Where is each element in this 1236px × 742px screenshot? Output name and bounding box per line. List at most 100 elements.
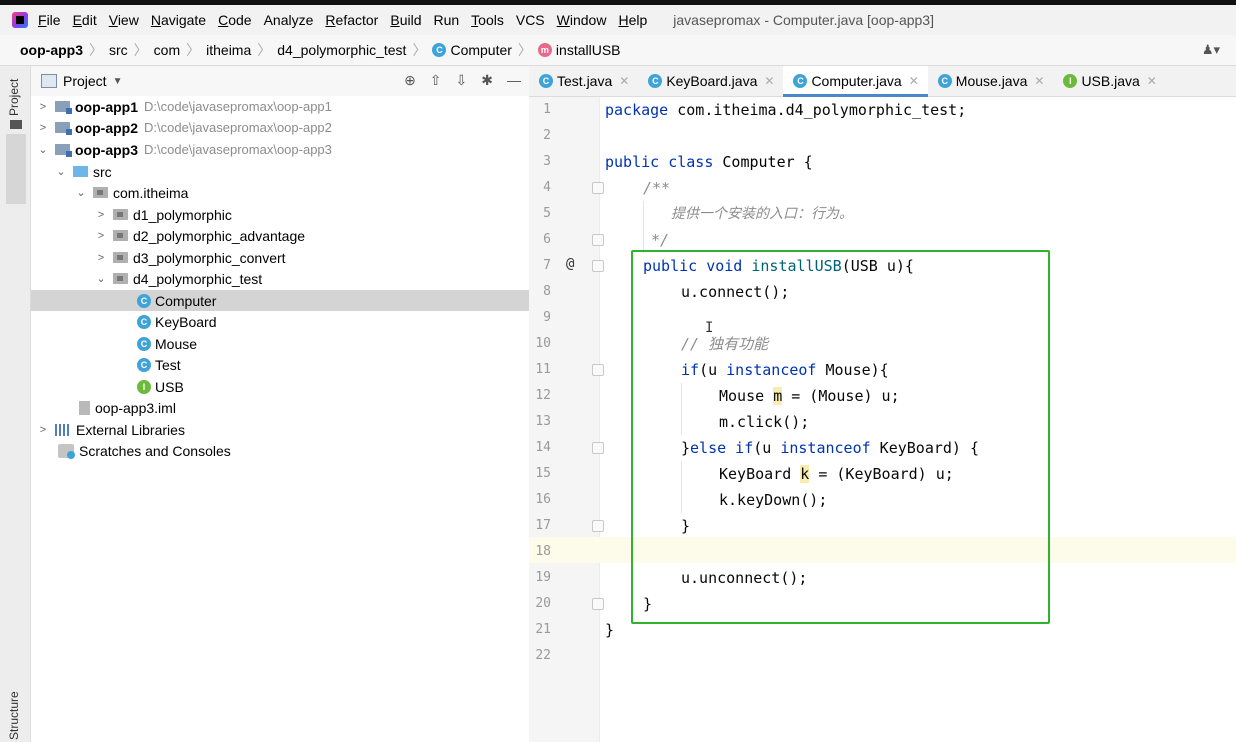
line-number: 17 — [535, 518, 551, 533]
dropdown-caret-icon[interactable]: ▼ — [113, 76, 123, 87]
fold-marker-icon[interactable] — [592, 260, 604, 272]
tree-item-external-libraries[interactable]: > External Libraries — [31, 419, 529, 440]
left-tool-stripe — [0, 66, 31, 742]
chevron-right-icon[interactable]: > — [37, 101, 49, 113]
module-icon — [55, 122, 72, 135]
package-icon — [93, 187, 108, 198]
user-account-icon[interactable]: ♟▾ — [1202, 42, 1220, 58]
chevron-down-icon[interactable]: ⌄ — [55, 165, 67, 178]
tree-item-keyboard[interactable]: C KeyBoard — [31, 311, 529, 332]
menu-window[interactable]: Window — [557, 12, 607, 28]
fold-marker-icon[interactable] — [592, 520, 604, 532]
tree-item-com-itheima[interactable]: ⌄ com.itheima — [31, 182, 529, 203]
menu-file[interactable]: File — [38, 12, 61, 28]
class-icon: C — [137, 357, 151, 372]
class-icon: C — [648, 74, 663, 88]
structure-tool-tab[interactable]: Structure — [7, 691, 21, 740]
line-number: 19 — [535, 570, 551, 585]
chevron-right-icon[interactable]: > — [95, 209, 107, 221]
fold-marker-icon[interactable] — [592, 598, 604, 610]
tab-test-java[interactable]: C Test.java ✕ — [529, 66, 638, 96]
tree-item-d3-polymorphic-convert[interactable]: > d3_polymorphic_convert — [31, 247, 529, 268]
chevron-down-icon[interactable]: ⌄ — [95, 272, 107, 285]
menu-view[interactable]: View — [109, 12, 139, 28]
menu-tools[interactable]: Tools — [471, 12, 504, 28]
package-icon — [113, 230, 128, 241]
breadcrumb-oop-app3[interactable]: oop-app3 — [20, 42, 83, 58]
tree-item-oop-app3-iml[interactable]: oop-app3.iml — [31, 397, 529, 418]
chevron-right-icon: 〉 — [133, 42, 148, 58]
menu-refactor[interactable]: Refactor — [325, 12, 378, 28]
project-tree: > oop-app1 D:\code\javasepromax\oop-app1… — [31, 96, 529, 742]
chevron-right-icon[interactable]: > — [37, 122, 49, 134]
menu-build[interactable]: Build — [390, 12, 421, 28]
tab-mouse-java[interactable]: C Mouse.java ✕ — [928, 66, 1054, 96]
breadcrumb-computer[interactable]: C Computer — [432, 42, 512, 58]
chevron-right-icon[interactable]: > — [95, 252, 107, 264]
line-number: 14 — [535, 440, 551, 455]
menu-run[interactable]: Run — [433, 12, 459, 28]
locate-icon[interactable]: ⊕ — [404, 72, 416, 89]
chevron-right-icon: 〉 — [186, 42, 201, 58]
fold-marker-icon[interactable] — [592, 442, 604, 454]
chevron-down-icon[interactable]: ⌄ — [75, 186, 87, 199]
close-icon[interactable]: ✕ — [909, 74, 919, 88]
implements-gutter-icon[interactable]: @ — [566, 256, 574, 272]
iml-file-icon — [79, 400, 90, 415]
tree-item-oop-app1[interactable]: > oop-app1 D:\code\javasepromax\oop-app1 — [31, 96, 529, 117]
tree-item-d1-polymorphic[interactable]: > d1_polymorphic — [31, 204, 529, 225]
chevron-right-icon: 〉 — [517, 42, 532, 58]
menu-help[interactable]: Help — [618, 12, 647, 28]
folder-icon — [10, 120, 22, 129]
line-number: 15 — [535, 466, 551, 481]
gear-icon[interactable]: ✱ — [481, 72, 493, 89]
menu-analyze[interactable]: Analyze — [264, 12, 314, 28]
line-number: 16 — [535, 492, 551, 507]
project-tool-tab-label[interactable]: Project — [7, 66, 21, 116]
tab-computer-java[interactable]: C Computer.java ✕ — [783, 66, 929, 97]
tree-item-oop-app2[interactable]: > oop-app2 D:\code\javasepromax\oop-app2 — [31, 117, 529, 138]
fold-marker-icon[interactable] — [592, 234, 604, 246]
breadcrumb-itheima[interactable]: itheima — [206, 42, 251, 58]
code-editor[interactable]: 1 2 3 4 5 6 7 8 9 10 11 12 13 14 15 16 17 18 19 20 21 22 @ pa… — [529, 97, 1236, 742]
close-icon[interactable]: ✕ — [1147, 74, 1157, 88]
breadcrumb-computer-label: Computer — [450, 42, 512, 58]
expand-all-icon[interactable]: ⇧ — [430, 72, 442, 89]
tree-item-usb[interactable]: I USB — [31, 376, 529, 397]
tree-item-mouse[interactable]: C Mouse — [31, 333, 529, 354]
tab-keyboard-java[interactable]: C KeyBoard.java ✕ — [638, 66, 783, 96]
project-view-selector[interactable]: Project — [63, 73, 107, 89]
project-panel-header: Project ▼ ⊕ ⇧ ⇩ ✱ — — [31, 66, 529, 96]
fold-marker-icon[interactable] — [592, 364, 604, 376]
close-icon[interactable]: ✕ — [1034, 74, 1044, 88]
tree-item-computer[interactable]: C Computer — [31, 290, 529, 311]
fold-marker-icon[interactable] — [592, 182, 604, 194]
menu-vcs[interactable]: VCS — [516, 12, 545, 28]
breadcrumb-com[interactable]: com — [154, 42, 180, 58]
tree-item-src[interactable]: ⌄ src — [31, 161, 529, 182]
tree-item-scratches[interactable]: Scratches and Consoles — [31, 440, 529, 461]
tree-item-d4-polymorphic-test[interactable]: ⌄ d4_polymorphic_test — [31, 268, 529, 289]
collapse-all-icon[interactable]: ⇩ — [456, 72, 468, 89]
source-folder-icon — [73, 166, 88, 177]
project-toolbar: ⊕ ⇧ ⇩ ✱ — — [404, 72, 521, 89]
line-number: 6 — [543, 232, 551, 247]
menu-edit[interactable]: Edit — [73, 12, 97, 28]
close-icon[interactable]: ✕ — [764, 74, 774, 88]
chevron-right-icon[interactable]: > — [95, 230, 107, 242]
breadcrumb-installusb[interactable]: m installUSB — [537, 42, 621, 58]
hide-icon[interactable]: — — [507, 72, 521, 89]
tree-item-oop-app3[interactable]: ⌄ oop-app3 D:\code\javasepromax\oop-app3 — [31, 139, 529, 160]
chevron-right-icon: 〉 — [412, 42, 427, 58]
tree-item-test[interactable]: C Test — [31, 354, 529, 375]
chevron-down-icon[interactable]: ⌄ — [37, 143, 49, 156]
menu-code[interactable]: Code — [218, 12, 251, 28]
close-icon[interactable]: ✕ — [619, 74, 629, 88]
chevron-right-icon[interactable]: > — [37, 424, 49, 436]
tab-usb-java[interactable]: I USB.java ✕ — [1053, 66, 1165, 96]
menu-navigate[interactable]: Navigate — [151, 12, 206, 28]
project-tool-tab[interactable] — [6, 134, 26, 204]
breadcrumb-d4-polymorphic-test[interactable]: d4_polymorphic_test — [277, 42, 406, 58]
tree-item-d2-polymorphic-advantage[interactable]: > d2_polymorphic_advantage — [31, 225, 529, 246]
breadcrumb-src[interactable]: src — [109, 42, 128, 58]
